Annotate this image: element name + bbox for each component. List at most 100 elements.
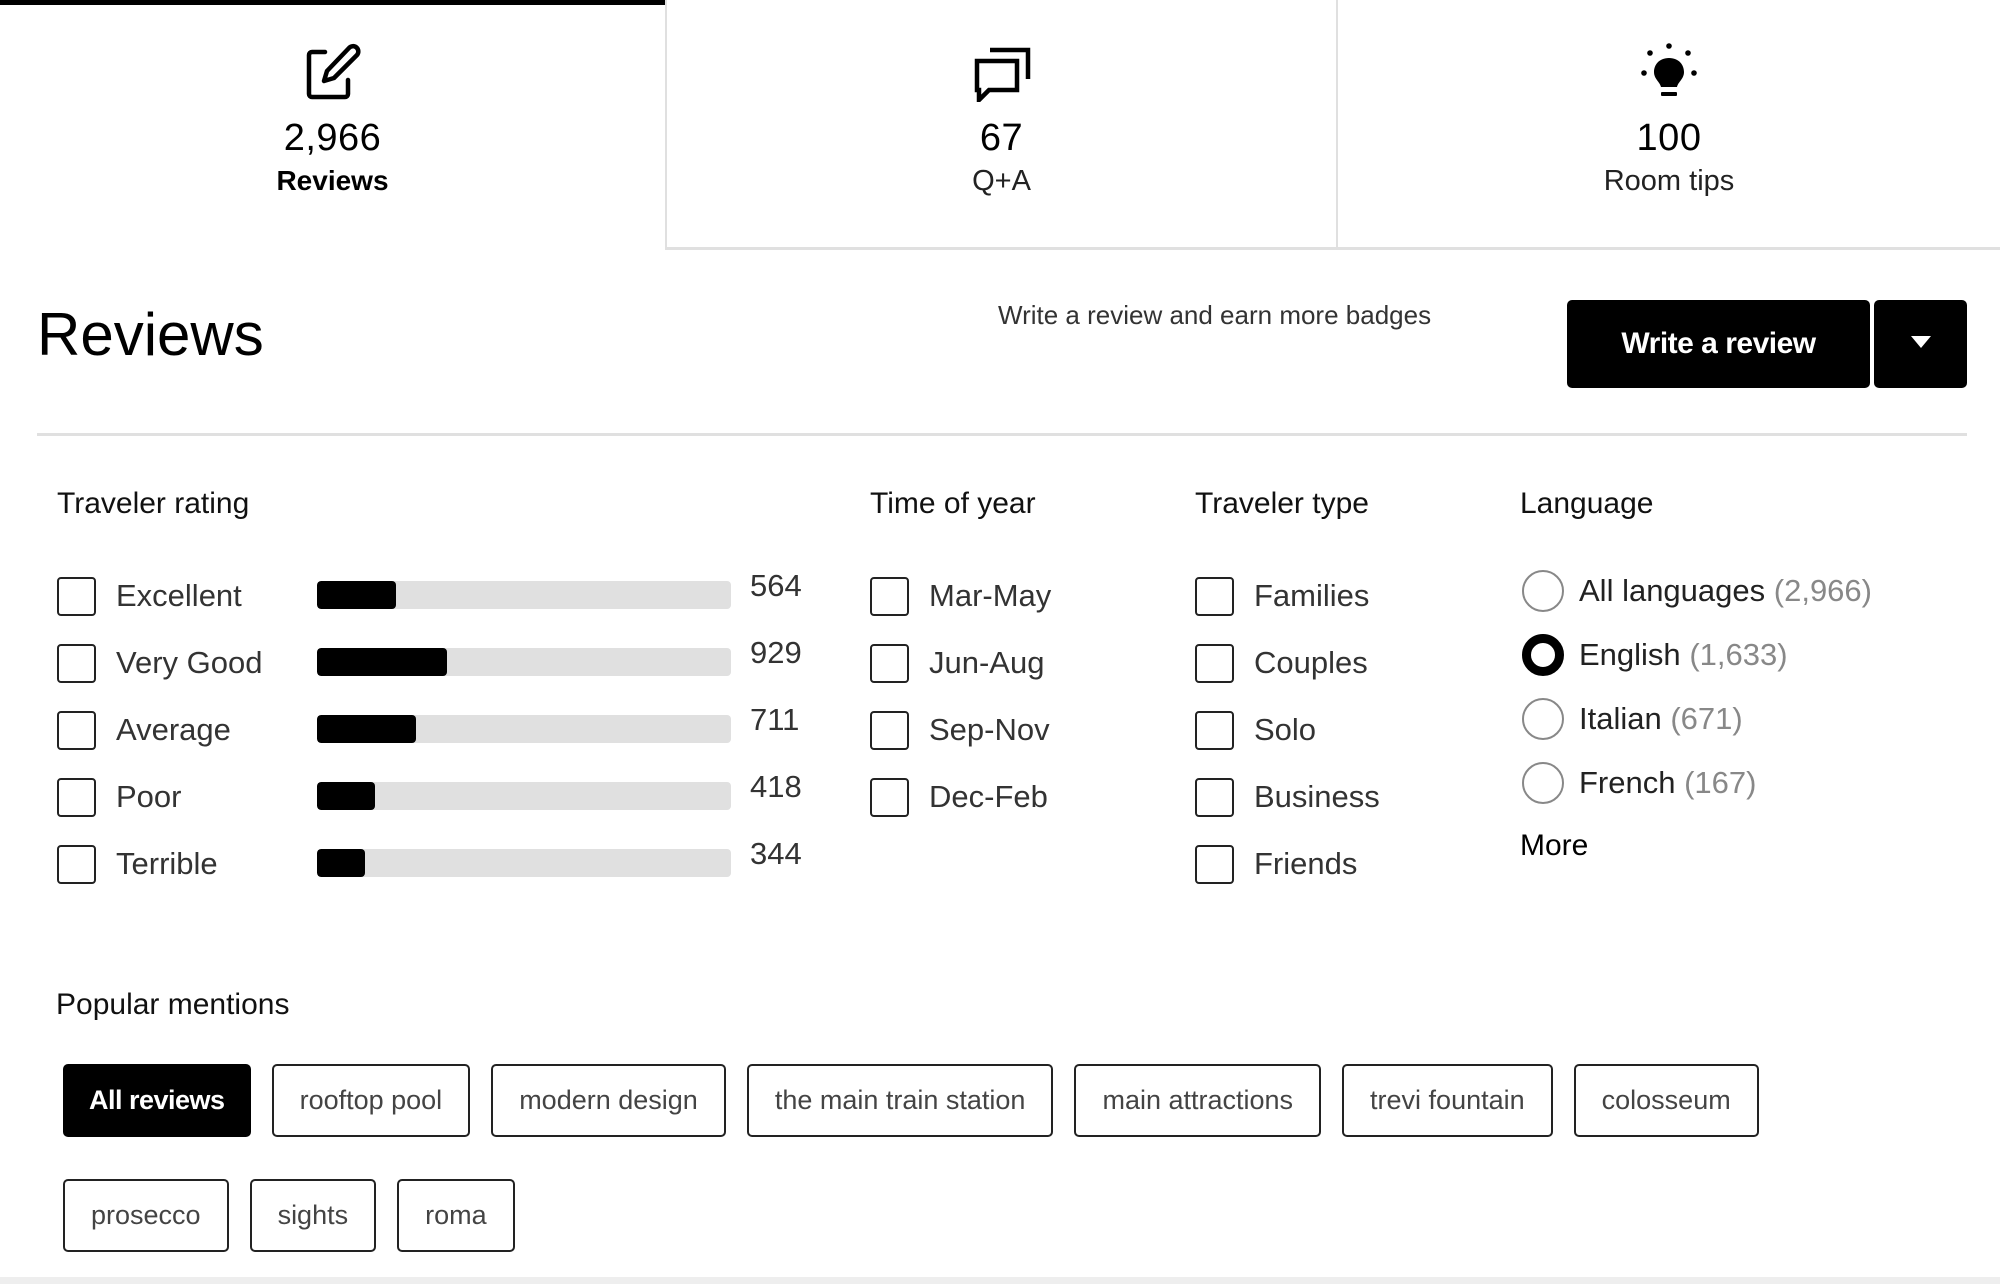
language-label: All languages	[1579, 573, 1766, 608]
language-radio[interactable]	[1522, 634, 1564, 676]
mention-chip-main-attractions[interactable]: main attractions	[1074, 1064, 1322, 1137]
rating-bar-fill	[317, 782, 376, 810]
rating-bar-fill	[317, 849, 366, 877]
language-label: English	[1579, 637, 1681, 672]
traveler-type-label: Business	[1254, 779, 1380, 814]
language-text: Italian (671)	[1579, 701, 1743, 737]
traveler-type-checkbox[interactable]	[1195, 576, 1234, 616]
mention-chip-colosseum[interactable]: colosseum	[1573, 1064, 1759, 1137]
tab-qa[interactable]: 67 Q+A	[665, 0, 1336, 250]
header-divider	[37, 433, 1967, 436]
language-text: English (1,633)	[1579, 637, 1788, 673]
rating-bar-track	[317, 581, 731, 609]
room-tips-count: 100	[1636, 117, 1702, 159]
mention-chip-all-reviews[interactable]: All reviews	[63, 1064, 251, 1137]
lightbulb-icon	[1639, 42, 1699, 102]
time-of-year-option-jun-aug[interactable]: Jun-Aug	[870, 643, 1044, 683]
rating-checkbox[interactable]	[57, 777, 96, 817]
language-count: (671)	[1670, 701, 1743, 736]
time-of-year-label: Sep-Nov	[929, 712, 1050, 747]
time-of-year-heading: Time of year	[870, 487, 1036, 520]
time-of-year-option-sep-nov[interactable]: Sep-Nov	[870, 710, 1050, 750]
traveler-type-option-families[interactable]: Families	[1195, 576, 1369, 616]
rating-checkbox[interactable]	[57, 844, 96, 884]
rating-option-poor[interactable]: Poor	[57, 777, 181, 817]
rating-label: Very Good	[116, 645, 263, 680]
rating-bar-track	[317, 715, 731, 743]
rating-checkbox[interactable]	[57, 576, 96, 616]
traveler-type-checkbox[interactable]	[1195, 643, 1234, 683]
language-option-italian[interactable]: Italian (671)	[1522, 698, 1743, 740]
rating-bar-fill	[317, 715, 417, 743]
traveler-type-label: Solo	[1254, 712, 1317, 747]
tab-room-tips[interactable]: 100 Room tips	[1336, 0, 2000, 250]
page-title: Reviews	[37, 301, 264, 368]
mention-chip-prosecco[interactable]: prosecco	[63, 1179, 229, 1252]
traveler-type-checkbox[interactable]	[1195, 844, 1234, 884]
time-of-year-label: Jun-Aug	[929, 645, 1045, 680]
reviews-count: 2,966	[283, 117, 382, 159]
time-of-year-checkbox[interactable]	[870, 710, 909, 750]
time-of-year-option-dec-feb[interactable]: Dec-Feb	[870, 777, 1048, 817]
time-of-year-checkbox[interactable]	[870, 576, 909, 616]
rating-checkbox[interactable]	[57, 710, 96, 750]
rating-bar-track	[317, 648, 731, 676]
section-bottom-border	[0, 1277, 2000, 1284]
mention-chip-modern-design[interactable]: modern design	[491, 1064, 726, 1137]
mention-chip-the-main-train-station[interactable]: the main train station	[746, 1064, 1054, 1137]
rating-label: Average	[116, 712, 231, 747]
rating-option-excellent[interactable]: Excellent	[57, 576, 242, 616]
mention-chip-roma[interactable]: roma	[397, 1179, 515, 1252]
more-languages-link[interactable]: More	[1520, 828, 1588, 864]
traveler-type-checkbox[interactable]	[1195, 710, 1234, 750]
rating-option-very-good[interactable]: Very Good	[57, 643, 262, 683]
language-option-all-languages[interactable]: All languages (2,966)	[1522, 570, 1872, 612]
traveler-type-option-business[interactable]: Business	[1195, 777, 1380, 817]
tab-reviews[interactable]: 2,966 Reviews	[0, 0, 665, 250]
traveler-type-option-couples[interactable]: Couples	[1195, 643, 1368, 683]
caret-down-icon	[1910, 335, 1932, 354]
rating-checkbox[interactable]	[57, 643, 96, 683]
traveler-type-option-solo[interactable]: Solo	[1195, 710, 1316, 750]
tab-label: Q+A	[972, 165, 1031, 197]
time-of-year-option-mar-may[interactable]: Mar-May	[870, 576, 1051, 616]
language-heading: Language	[1520, 487, 1654, 520]
language-count: (1,633)	[1689, 637, 1788, 672]
write-review-button[interactable]: Write a review	[1567, 300, 1870, 388]
edit-pencil-icon	[303, 42, 363, 102]
rating-label: Poor	[116, 779, 182, 814]
rating-option-terrible[interactable]: Terrible	[57, 844, 218, 884]
time-of-year-checkbox[interactable]	[870, 643, 909, 683]
traveler-type-option-friends[interactable]: Friends	[1195, 844, 1357, 884]
traveler-type-label: Couples	[1254, 645, 1368, 680]
mention-chip-trevi-fountain[interactable]: trevi fountain	[1342, 1064, 1553, 1137]
language-radio[interactable]	[1522, 698, 1564, 740]
traveler-type-checkbox[interactable]	[1195, 777, 1234, 817]
time-of-year-label: Dec-Feb	[929, 779, 1048, 814]
rating-label: Excellent	[116, 578, 242, 613]
language-text: All languages (2,966)	[1579, 573, 1872, 609]
qa-count: 67	[979, 117, 1024, 159]
rating-count: 711	[750, 702, 800, 737]
write-review-dropdown-button[interactable]	[1874, 300, 1967, 388]
rating-option-average[interactable]: Average	[57, 710, 231, 750]
chat-bubbles-icon	[972, 42, 1032, 102]
traveler-type-label: Friends	[1254, 846, 1358, 881]
rating-bar-fill	[317, 581, 396, 609]
time-of-year-checkbox[interactable]	[870, 777, 909, 817]
language-option-french[interactable]: French (167)	[1522, 762, 1756, 804]
language-label: Italian	[1579, 701, 1662, 736]
popular-mentions-heading: Popular mentions	[56, 988, 290, 1021]
language-option-english[interactable]: English (1,633)	[1522, 634, 1788, 676]
traveler-type-label: Families	[1254, 578, 1370, 613]
rating-count: 344	[750, 836, 802, 871]
mention-chip-sights[interactable]: sights	[249, 1179, 377, 1252]
language-text: French (167)	[1579, 765, 1756, 801]
language-count: (2,966)	[1773, 573, 1872, 608]
mention-chip-rooftop-pool[interactable]: rooftop pool	[271, 1064, 471, 1137]
tab-label: Room tips	[1603, 165, 1735, 197]
badge-prompt: Write a review and earn more badges	[998, 300, 1432, 330]
traveler-type-heading: Traveler type	[1195, 487, 1369, 520]
language-radio[interactable]	[1522, 762, 1564, 804]
language-radio[interactable]	[1522, 570, 1564, 612]
